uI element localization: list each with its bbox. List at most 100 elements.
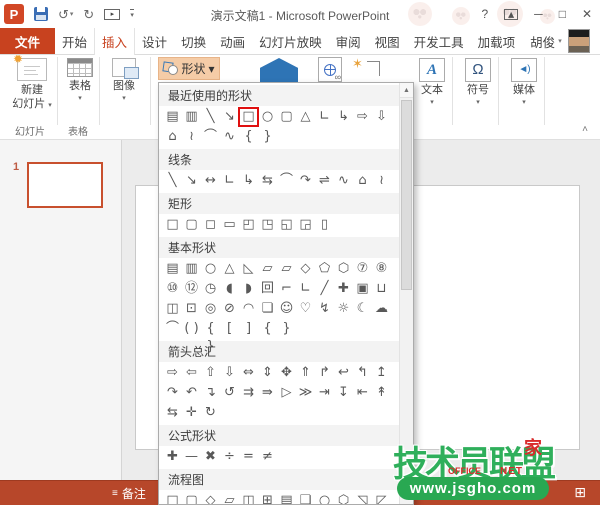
shape-plaque[interactable]: ▣ (353, 280, 372, 298)
shape-up-arrow[interactable]: ⇧ (201, 364, 220, 382)
shape-diagonal-stripe[interactable]: ╱ (315, 280, 334, 298)
shape-down-arrow[interactable]: ⇩ (372, 108, 391, 126)
shape-elbow-arrow-connector[interactable]: ↳ (239, 172, 258, 190)
shape-left-brace[interactable]: { (239, 128, 258, 146)
shape-predefined-process[interactable]: ◫ (239, 492, 258, 504)
shape-decagon[interactable]: ⑩ (163, 280, 182, 298)
shape-down-arrow[interactable]: ⇩ (220, 364, 239, 382)
shape-right-triangle[interactable]: ◺ (239, 260, 258, 278)
shape-line[interactable]: ╲ (163, 172, 182, 190)
shape-arrow[interactable]: ↘ (220, 108, 239, 126)
shape-left-arrow-callout[interactable]: ⇤ (353, 384, 372, 402)
shape-trapezoid[interactable]: ▱ (277, 260, 296, 278)
shape-curve[interactable]: ∿ (220, 128, 239, 146)
shape-right-arrow[interactable]: ⇨ (163, 364, 182, 382)
maximize-button[interactable]: □ (559, 8, 566, 20)
shape-can[interactable]: ⊔ (372, 280, 391, 298)
shape-elbow-arrow-connector[interactable]: ↳ (334, 108, 353, 126)
shape-double-bracket[interactable]: ( ) (182, 320, 201, 338)
shape-rectangle[interactable]: □ (163, 216, 182, 234)
shape-dodecagon[interactable]: ⑫ (182, 280, 201, 298)
tab-developer[interactable]: 开发工具 (407, 28, 471, 54)
shape-cross[interactable]: ✚ (334, 280, 353, 298)
shape-folded-corner[interactable]: ❏ (258, 300, 277, 318)
shape-teardrop[interactable]: ◗ (239, 280, 258, 298)
account-menu[interactable]: 胡俊 ▾ (522, 28, 566, 54)
tab-insert[interactable]: 插入 (94, 28, 136, 55)
shape-half-frame[interactable]: ⌐ (277, 280, 296, 298)
shape-curved-connector[interactable]: ⌒ (277, 172, 296, 190)
shape-down-arrow-callout[interactable]: ↧ (334, 384, 353, 402)
shape-freeform[interactable]: ⌂ (163, 128, 182, 146)
media-button[interactable]: ◄) 媒体 ▾ (502, 58, 546, 108)
start-slideshow-icon[interactable]: ▸ (104, 8, 121, 20)
shape-up-down-arrow[interactable]: ⇕ (258, 364, 277, 382)
shape-manual-input[interactable]: ◹ (353, 492, 372, 504)
shape-freeform[interactable]: ⌂ (353, 172, 372, 190)
chevron-down-icon[interactable]: ▾ (70, 11, 74, 18)
shape-cloud[interactable]: ☁ (372, 300, 391, 318)
shapes-button[interactable]: 形状 ▾ (158, 57, 220, 80)
shape-multiply[interactable]: ✖ (201, 448, 220, 466)
help-button[interactable]: ? (481, 8, 488, 20)
text-button[interactable]: A 文本 ▾ (410, 58, 454, 108)
shape-scribble[interactable]: ≀ (372, 172, 391, 190)
shape-striped-right-arrow[interactable]: ⇉ (239, 384, 258, 402)
table-button[interactable]: 表格 ▾ (62, 58, 98, 104)
shape-internal-storage[interactable]: ⊞ (258, 492, 277, 504)
shape-moon[interactable]: ☾ (353, 300, 372, 318)
scrollbar-thumb[interactable] (401, 100, 412, 290)
tab-animations[interactable]: 动画 (213, 28, 252, 54)
shape-hexagon[interactable]: ⬡ (334, 260, 353, 278)
tab-review[interactable]: 审阅 (329, 28, 368, 54)
ribbon-display-options-icon[interactable]: ▴ (504, 8, 519, 20)
shape-lightning-bolt[interactable]: ↯ (315, 300, 334, 318)
shape-bent-arrow[interactable]: ↱ (315, 364, 334, 382)
shape-left-up-arrow[interactable]: ↰ (353, 364, 372, 382)
shape-scribble[interactable]: ≀ (182, 128, 201, 146)
shape-quad-arrow[interactable]: ✥ (277, 364, 296, 382)
shape-left-right-arrow-callout[interactable]: ⇆ (163, 404, 182, 422)
shape-process[interactable]: □ (163, 492, 182, 504)
shape-curved-double-arrow-connector[interactable]: ⇌ (315, 172, 334, 190)
shape-arc[interactable]: ⌒ (201, 128, 220, 146)
shape-pie[interactable]: ◷ (201, 280, 220, 298)
shape-chord[interactable]: ◖ (220, 280, 239, 298)
shape-preparation[interactable]: ⬡ (334, 492, 353, 504)
shape-round-single-corner-rectangle[interactable]: ◱ (277, 216, 296, 234)
shape-text-box[interactable]: ▤ (163, 108, 182, 126)
shape-round-diagonal-corner-rectangle[interactable]: ▯ (315, 216, 334, 234)
shape-sun[interactable]: ☼ (334, 300, 353, 318)
shape-snip-diagonal-corner-rectangle[interactable]: ◰ (239, 216, 258, 234)
shape-left-brace[interactable]: { (258, 320, 277, 338)
shape-block-arc[interactable]: ◠ (239, 300, 258, 318)
tab-home[interactable]: 开始 (55, 28, 94, 54)
shape-round-same-side-corner-rectangle[interactable]: ◲ (296, 216, 315, 234)
symbols-button[interactable]: Ω 符号 ▾ (456, 58, 500, 108)
shape-vertical-text-box[interactable]: ▥ (182, 260, 201, 278)
shape-terminator[interactable]: ○ (315, 492, 334, 504)
powerpoint-logo-icon[interactable]: P (4, 4, 24, 24)
shape-text-box[interactable]: ▤ (163, 260, 182, 278)
shape-equal[interactable]: = (239, 448, 258, 466)
shape-donut[interactable]: ◎ (201, 300, 220, 318)
shape-rounded-rectangle[interactable]: ▢ (277, 108, 296, 126)
tab-slideshow[interactable]: 幻灯片放映 (252, 28, 329, 54)
shape-curve[interactable]: ∿ (334, 172, 353, 190)
tab-view[interactable]: 视图 (368, 28, 407, 54)
shape-frame[interactable]: 回 (258, 280, 277, 298)
shape-curved-arrow-connector[interactable]: ↷ (296, 172, 315, 190)
shape-circular-arrow[interactable]: ↻ (201, 404, 220, 422)
shape-elbow-double-arrow-connector[interactable]: ⇆ (258, 172, 277, 190)
shape-line-double-arrow[interactable]: ↔ (201, 172, 220, 190)
shape-diamond[interactable]: ◇ (296, 260, 315, 278)
shape-l-shape[interactable]: ∟ (296, 280, 315, 298)
dropdown-scrollbar[interactable]: ▲ (399, 83, 413, 504)
tab-addins[interactable]: 加载项 (471, 28, 523, 54)
shape-isoceles-triangle[interactable]: △ (220, 260, 239, 278)
customize-quick-access-icon[interactable]: ▾ (130, 9, 134, 19)
shape-notched-right-arrow[interactable]: ⇛ (258, 384, 277, 402)
shape-data[interactable]: ▱ (220, 492, 239, 504)
shape-arc[interactable]: ⌒ (163, 320, 182, 338)
shape-right-brace[interactable]: } (277, 320, 296, 338)
